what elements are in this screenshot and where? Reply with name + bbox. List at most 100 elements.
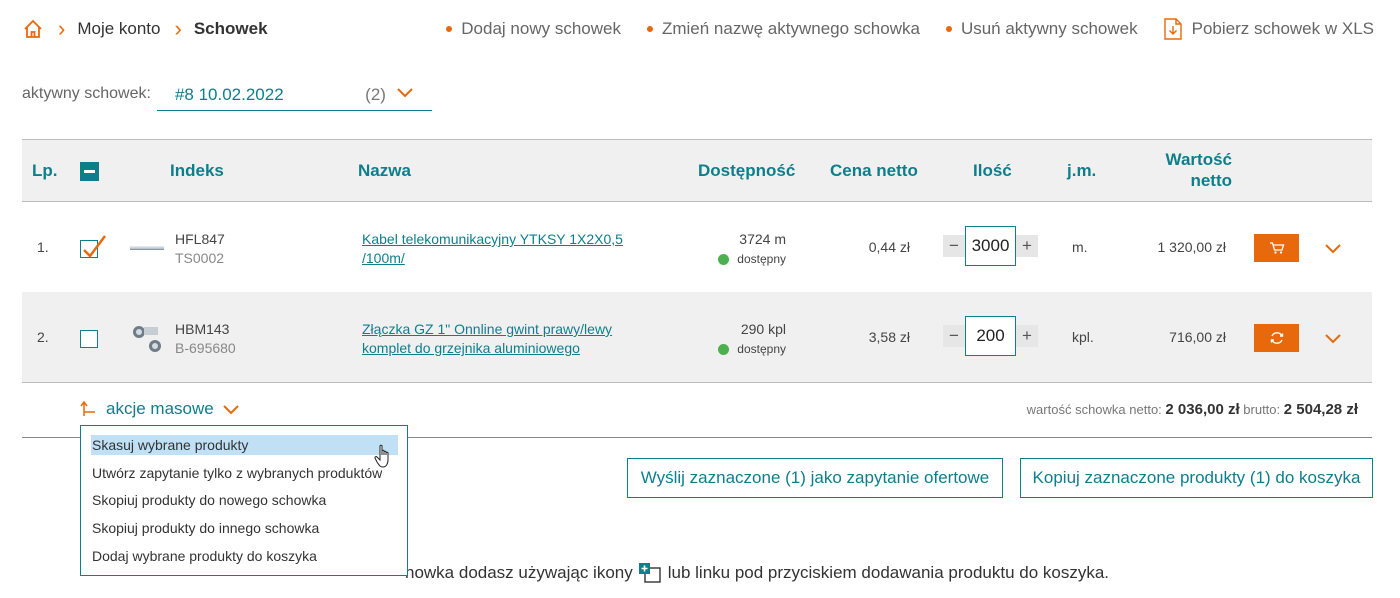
chevron-right-icon: › (174, 16, 182, 41)
active-clipboard-count: (2) (365, 85, 386, 104)
breadcrumb-item-account[interactable]: Moje konto (77, 19, 160, 39)
total-net-label: wartość schowka netto: (1026, 402, 1162, 417)
header-qty: Ilość (973, 161, 1012, 180)
product-name-line2: /100m/ (362, 250, 405, 266)
menu-item-add-to-cart[interactable]: Dodaj wybrane produkty do koszyka (90, 546, 398, 574)
row-index-code: HBM143 (175, 321, 230, 337)
download-xls-link[interactable]: Pobierz schowek w XLS (1163, 18, 1374, 40)
product-name-line2: komplet do grzejnika aluminiowego (362, 340, 580, 356)
increase-qty-button[interactable]: + (1016, 325, 1038, 347)
product-thumbnail (133, 326, 161, 352)
header-index[interactable]: Indeks (170, 161, 224, 181)
row-checkbox[interactable] (80, 235, 106, 258)
info-text-after: lub linku pod przyciskiem dodawania prod… (667, 563, 1110, 582)
chevron-right-icon: › (58, 16, 66, 41)
available-dot-icon (718, 343, 730, 355)
chevron-down-icon (223, 405, 239, 415)
rename-clipboard-link[interactable]: Zmień nazwę aktywnego schowka (646, 18, 920, 40)
menu-item-label: Skopiuj produkty do nowego schowka (92, 492, 327, 509)
arrow-up-icon (80, 400, 95, 416)
header-availability[interactable]: Dostępność (698, 161, 795, 181)
select-all-checkbox[interactable] (80, 162, 99, 181)
row-value: 1 320,00 zł (1157, 239, 1227, 255)
add-to-cart-button[interactable] (1254, 234, 1299, 262)
row-checkbox[interactable] (80, 330, 98, 348)
row-value: 716,00 zł (1169, 329, 1226, 345)
menu-item-delete-selected[interactable]: Skasuj wybrane produkty (90, 435, 398, 463)
active-clipboard-value: #8 10.02.2022 (174, 85, 284, 104)
active-clipboard-row: aktywny schowek: #8 10.02.2022 (2) (22, 80, 432, 111)
header-unit: j.m. (1067, 161, 1097, 180)
total-net-value: 2 036,00 zł (1165, 401, 1240, 418)
quantity-stepper: − 3000 + (943, 226, 1038, 266)
row-price: 3,58 zł (868, 329, 910, 345)
breadcrumb: › Moje konto › Schowek (22, 18, 268, 40)
quantity-input[interactable]: 3000 (965, 226, 1016, 266)
clipboard-table: Lp. Indeks Nazwa Dostępność Cena netto I… (22, 139, 1372, 438)
menu-item-label: Skasuj wybrane produkty (91, 435, 398, 455)
active-clipboard-select[interactable]: #8 10.02.2022 (2) (156, 80, 432, 111)
header-price[interactable]: Cena netto (830, 161, 918, 181)
row-stock: 3724 m (739, 231, 786, 247)
decrease-qty-button[interactable]: − (943, 235, 965, 257)
checkmark-icon (83, 235, 106, 258)
increase-qty-button[interactable]: + (1016, 235, 1038, 257)
copy-to-cart-button[interactable]: Kopiuj zaznaczone produkty (1) do koszyk… (1020, 458, 1373, 498)
menu-item-create-query[interactable]: Utwórz zapytanie tylko z wybranych produ… (90, 463, 398, 491)
refresh-icon (1270, 332, 1283, 344)
delete-clipboard-label: Usuń aktywny schowek (960, 19, 1138, 38)
row-manufacturer-code: B-695680 (175, 340, 236, 356)
table-row: 1. HFL847 TS0002 Kabel telekomunikacyjny… (22, 202, 1372, 292)
table-row: 2. HBM143 B-695680 Złączka GZ 1" Onnline… (22, 292, 1372, 382)
header-value[interactable]: Wartość netto (1160, 149, 1232, 191)
send-query-button[interactable]: Wyślij zaznaczone (1) jako zapytanie ofe… (627, 458, 1003, 498)
row-availability: 3724 m dostępny (718, 229, 786, 269)
product-name-link[interactable]: Złączka GZ 1" Onnline gwint prawy/lewy k… (362, 320, 662, 358)
quantity-input[interactable]: 200 (965, 316, 1016, 356)
mass-actions-label: akcje masowe (106, 399, 214, 418)
delete-clipboard-link[interactable]: Usuń aktywny schowek (945, 18, 1138, 40)
add-clipboard-link[interactable]: Dodaj nowy schowek (446, 18, 621, 40)
table-header: Lp. Indeks Nazwa Dostępność Cena netto I… (22, 139, 1372, 202)
info-text: howka dodasz używając ikony lub linku po… (405, 562, 1109, 584)
home-icon[interactable] (22, 18, 44, 40)
header-value-line2: netto (1190, 171, 1232, 190)
row-status: dostępny (718, 339, 786, 359)
product-name-link[interactable]: Kabel telekomunikacyjny YTKSY 1X2X0,5 /1… (362, 230, 662, 268)
row-status-label: dostępny (737, 342, 786, 356)
header-value-line1: Wartość (1165, 150, 1232, 169)
row-status: dostępny (718, 249, 786, 269)
header-name[interactable]: Nazwa (358, 161, 411, 181)
chevron-down-icon[interactable] (1324, 242, 1342, 254)
total-gross-label: brutto: (1243, 402, 1281, 417)
info-text-before: howka dodasz używając ikony (405, 563, 633, 582)
row-index: HBM143 B-695680 (175, 320, 236, 358)
menu-item-copy-other-clipboard[interactable]: Skopiuj produkty do innego schowka (90, 518, 398, 546)
menu-item-label: Dodaj wybrane produkty do koszyka (92, 547, 317, 564)
menu-item-copy-new-clipboard[interactable]: Skopiuj produkty do nowego schowka (90, 490, 398, 518)
mass-actions-toggle[interactable]: akcje masowe (80, 399, 240, 419)
product-name-line1: Złączka GZ 1" Onnline gwint prawy/lewy (362, 321, 613, 337)
top-bar: › Moje konto › Schowek Dodaj nowy schowe… (0, 0, 1400, 60)
add-to-clipboard-icon (638, 563, 661, 583)
row-price: 0,44 zł (868, 239, 910, 255)
update-row-button[interactable] (1254, 324, 1299, 352)
chevron-down-icon[interactable] (1324, 332, 1342, 344)
breadcrumb-item-current: Schowek (193, 19, 268, 38)
hand-cursor-icon (374, 444, 389, 468)
decrease-qty-button[interactable]: − (943, 325, 965, 347)
row-lp: 2. (37, 329, 49, 345)
row-unit: m. (1072, 239, 1088, 255)
total-gross-value: 2 504,28 zł (1283, 401, 1358, 418)
download-file-icon (1163, 18, 1182, 40)
rename-clipboard-label: Zmień nazwę aktywnego schowka (661, 19, 920, 38)
bullet-icon (446, 26, 453, 32)
row-manufacturer-code: TS0002 (175, 250, 225, 266)
menu-item-label: Utwórz zapytanie tylko z wybranych produ… (92, 464, 383, 481)
menu-item-label: Skopiuj produkty do innego schowka (92, 520, 320, 537)
add-clipboard-label: Dodaj nowy schowek (461, 19, 621, 38)
row-status-label: dostępny (737, 252, 786, 266)
download-xls-label: Pobierz schowek w XLS (1191, 19, 1374, 38)
clipboard-actions: Dodaj nowy schowek Zmień nazwę aktywnego… (420, 18, 1374, 40)
cart-icon (1269, 242, 1284, 254)
